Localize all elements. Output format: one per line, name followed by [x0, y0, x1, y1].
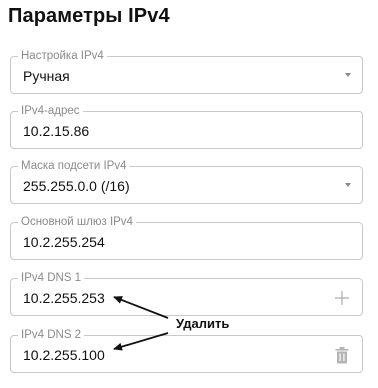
- ipv4-address-field[interactable]: IPv4-адрес 10.2.15.86: [10, 104, 363, 149]
- gateway-value: 10.2.255.254: [23, 234, 105, 250]
- dns2-field[interactable]: IPv4 DNS 2 10.2.255.100: [10, 328, 363, 373]
- add-dns-button[interactable]: [330, 286, 354, 310]
- chevron-down-icon: [345, 73, 351, 77]
- dns1-field[interactable]: IPv4 DNS 1 10.2.255.253: [10, 271, 363, 316]
- gateway-field[interactable]: Основной шлюз IPv4 10.2.255.254: [10, 215, 363, 260]
- plus-icon: [335, 291, 349, 305]
- chevron-down-icon: [345, 183, 351, 187]
- gateway-label: Основной шлюз IPv4: [18, 215, 136, 229]
- delete-dns-button[interactable]: [330, 343, 354, 367]
- ipv4-config-label: Настройка IPv4: [18, 49, 107, 63]
- dns1-label: IPv4 DNS 1: [18, 271, 85, 285]
- dns2-value: 10.2.255.100: [23, 347, 105, 363]
- callout-label: Удалить: [176, 316, 230, 331]
- subnet-mask-value: 255.255.0.0 (/16): [23, 178, 130, 194]
- ipv4-address-value: 10.2.15.86: [23, 123, 90, 139]
- subnet-mask-select[interactable]: Маска подсети IPv4 255.255.0.0 (/16): [10, 159, 363, 204]
- dns2-label: IPv4 DNS 2: [18, 328, 85, 342]
- ipv4-config-value: Ручная: [23, 68, 70, 84]
- ipv4-config-select[interactable]: Настройка IPv4 Ручная: [10, 49, 363, 94]
- trash-icon: [335, 346, 349, 363]
- dns1-value: 10.2.255.253: [23, 290, 105, 306]
- subnet-mask-label: Маска подсети IPv4: [18, 159, 130, 173]
- page-title: Параметры IPv4: [8, 5, 170, 27]
- ipv4-address-label: IPv4-адрес: [18, 104, 83, 118]
